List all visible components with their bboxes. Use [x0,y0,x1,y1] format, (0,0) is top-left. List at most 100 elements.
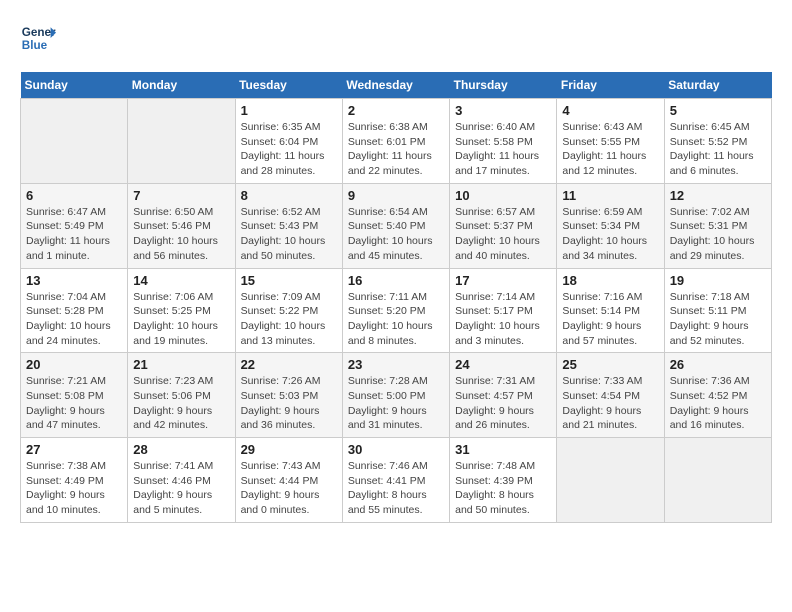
day-info: Sunrise: 7:09 AM Sunset: 5:22 PM Dayligh… [241,290,337,349]
logo: General Blue [20,20,56,56]
day-number: 22 [241,357,337,372]
calendar-week-row: 20 Sunrise: 7:21 AM Sunset: 5:08 PM Dayli… [21,353,772,438]
day-number: 23 [348,357,444,372]
calendar-cell [128,99,235,184]
day-info: Sunrise: 7:04 AM Sunset: 5:28 PM Dayligh… [26,290,122,349]
day-info: Sunrise: 7:14 AM Sunset: 5:17 PM Dayligh… [455,290,551,349]
calendar-cell: 13 Sunrise: 7:04 AM Sunset: 5:28 PM Dayli… [21,268,128,353]
weekday-header-cell: Friday [557,72,664,99]
day-info: Sunrise: 6:45 AM Sunset: 5:52 PM Dayligh… [670,120,766,179]
day-info: Sunrise: 7:02 AM Sunset: 5:31 PM Dayligh… [670,205,766,264]
day-info: Sunrise: 6:47 AM Sunset: 5:49 PM Dayligh… [26,205,122,264]
day-info: Sunrise: 7:46 AM Sunset: 4:41 PM Dayligh… [348,459,444,518]
calendar-cell: 12 Sunrise: 7:02 AM Sunset: 5:31 PM Dayli… [664,183,771,268]
day-info: Sunrise: 7:11 AM Sunset: 5:20 PM Dayligh… [348,290,444,349]
calendar-week-row: 6 Sunrise: 6:47 AM Sunset: 5:49 PM Daylig… [21,183,772,268]
calendar-cell: 7Sunrise: 6:50 AM Sunset: 5:46 PM Daylig… [128,183,235,268]
day-number: 13 [26,273,122,288]
day-info: Sunrise: 6:43 AM Sunset: 5:55 PM Dayligh… [562,120,658,179]
day-info: Sunrise: 6:52 AM Sunset: 5:43 PM Dayligh… [241,205,337,264]
day-info: Sunrise: 7:48 AM Sunset: 4:39 PM Dayligh… [455,459,551,518]
calendar-week-row: 13 Sunrise: 7:04 AM Sunset: 5:28 PM Dayli… [21,268,772,353]
day-info: Sunrise: 6:50 AM Sunset: 5:46 PM Dayligh… [133,205,229,264]
day-info: Sunrise: 6:57 AM Sunset: 5:37 PM Dayligh… [455,205,551,264]
day-number: 12 [670,188,766,203]
day-number: 18 [562,273,658,288]
day-number: 15 [241,273,337,288]
day-info: Sunrise: 7:41 AM Sunset: 4:46 PM Dayligh… [133,459,229,518]
weekday-header-cell: Sunday [21,72,128,99]
weekday-header-cell: Wednesday [342,72,449,99]
calendar-cell: 14Sunrise: 7:06 AM Sunset: 5:25 PM Dayli… [128,268,235,353]
day-info: Sunrise: 6:59 AM Sunset: 5:34 PM Dayligh… [562,205,658,264]
day-number: 20 [26,357,122,372]
calendar-cell: 30 Sunrise: 7:46 AM Sunset: 4:41 PM Dayli… [342,438,449,523]
day-info: Sunrise: 7:21 AM Sunset: 5:08 PM Dayligh… [26,374,122,433]
day-number: 19 [670,273,766,288]
calendar-cell: 6 Sunrise: 6:47 AM Sunset: 5:49 PM Daylig… [21,183,128,268]
calendar-body: 1 Sunrise: 6:35 AM Sunset: 6:04 PM Daylig… [21,99,772,523]
day-number: 14 [133,273,229,288]
calendar-cell: 20 Sunrise: 7:21 AM Sunset: 5:08 PM Dayli… [21,353,128,438]
day-info: Sunrise: 6:38 AM Sunset: 6:01 PM Dayligh… [348,120,444,179]
day-info: Sunrise: 7:43 AM Sunset: 4:44 PM Dayligh… [241,459,337,518]
calendar-cell: 9Sunrise: 6:54 AM Sunset: 5:40 PM Daylig… [342,183,449,268]
calendar-cell: 17 Sunrise: 7:14 AM Sunset: 5:17 PM Dayli… [450,268,557,353]
day-number: 17 [455,273,551,288]
calendar-cell: 4Sunrise: 6:43 AM Sunset: 5:55 PM Daylig… [557,99,664,184]
calendar-cell: 24 Sunrise: 7:31 AM Sunset: 4:57 PM Dayli… [450,353,557,438]
day-info: Sunrise: 6:54 AM Sunset: 5:40 PM Dayligh… [348,205,444,264]
day-info: Sunrise: 7:38 AM Sunset: 4:49 PM Dayligh… [26,459,122,518]
calendar-cell [557,438,664,523]
day-number: 30 [348,442,444,457]
calendar-cell: 22 Sunrise: 7:26 AM Sunset: 5:03 PM Dayli… [235,353,342,438]
calendar-cell: 5 Sunrise: 6:45 AM Sunset: 5:52 PM Daylig… [664,99,771,184]
calendar-cell: 31Sunrise: 7:48 AM Sunset: 4:39 PM Dayli… [450,438,557,523]
calendar-cell: 25 Sunrise: 7:33 AM Sunset: 4:54 PM Dayli… [557,353,664,438]
day-info: Sunrise: 7:31 AM Sunset: 4:57 PM Dayligh… [455,374,551,433]
calendar-cell: 16Sunrise: 7:11 AM Sunset: 5:20 PM Dayli… [342,268,449,353]
calendar-cell: 10 Sunrise: 6:57 AM Sunset: 5:37 PM Dayli… [450,183,557,268]
calendar-cell: 23 Sunrise: 7:28 AM Sunset: 5:00 PM Dayli… [342,353,449,438]
calendar-cell: 29Sunrise: 7:43 AM Sunset: 4:44 PM Dayli… [235,438,342,523]
day-number: 25 [562,357,658,372]
day-info: Sunrise: 7:26 AM Sunset: 5:03 PM Dayligh… [241,374,337,433]
logo-icon: General Blue [20,20,56,56]
calendar-cell: 8 Sunrise: 6:52 AM Sunset: 5:43 PM Daylig… [235,183,342,268]
day-info: Sunrise: 6:40 AM Sunset: 5:58 PM Dayligh… [455,120,551,179]
day-number: 26 [670,357,766,372]
calendar-week-row: 27 Sunrise: 7:38 AM Sunset: 4:49 PM Dayli… [21,438,772,523]
calendar-cell: 19Sunrise: 7:18 AM Sunset: 5:11 PM Dayli… [664,268,771,353]
calendar-cell: 21 Sunrise: 7:23 AM Sunset: 5:06 PM Dayli… [128,353,235,438]
day-info: Sunrise: 7:28 AM Sunset: 5:00 PM Dayligh… [348,374,444,433]
day-number: 27 [26,442,122,457]
day-number: 2 [348,103,444,118]
weekday-header-cell: Saturday [664,72,771,99]
day-number: 6 [26,188,122,203]
calendar-cell: 2 Sunrise: 6:38 AM Sunset: 6:01 PM Daylig… [342,99,449,184]
weekday-header-cell: Tuesday [235,72,342,99]
day-number: 8 [241,188,337,203]
day-info: Sunrise: 7:36 AM Sunset: 4:52 PM Dayligh… [670,374,766,433]
day-info: Sunrise: 7:16 AM Sunset: 5:14 PM Dayligh… [562,290,658,349]
calendar-table: SundayMondayTuesdayWednesdayThursdayFrid… [20,72,772,523]
calendar-cell: 11 Sunrise: 6:59 AM Sunset: 5:34 PM Dayli… [557,183,664,268]
day-number: 28 [133,442,229,457]
day-info: Sunrise: 6:35 AM Sunset: 6:04 PM Dayligh… [241,120,337,179]
day-number: 1 [241,103,337,118]
day-info: Sunrise: 7:33 AM Sunset: 4:54 PM Dayligh… [562,374,658,433]
day-number: 10 [455,188,551,203]
day-number: 11 [562,188,658,203]
calendar-cell [21,99,128,184]
calendar-cell: 26 Sunrise: 7:36 AM Sunset: 4:52 PM Dayli… [664,353,771,438]
day-number: 24 [455,357,551,372]
calendar-cell: 15 Sunrise: 7:09 AM Sunset: 5:22 PM Dayli… [235,268,342,353]
calendar-cell: 18 Sunrise: 7:16 AM Sunset: 5:14 PM Dayli… [557,268,664,353]
calendar-week-row: 1 Sunrise: 6:35 AM Sunset: 6:04 PM Daylig… [21,99,772,184]
day-info: Sunrise: 7:23 AM Sunset: 5:06 PM Dayligh… [133,374,229,433]
weekday-header-row: SundayMondayTuesdayWednesdayThursdayFrid… [21,72,772,99]
day-number: 5 [670,103,766,118]
weekday-header-cell: Monday [128,72,235,99]
day-number: 21 [133,357,229,372]
calendar-cell: 28 Sunrise: 7:41 AM Sunset: 4:46 PM Dayli… [128,438,235,523]
